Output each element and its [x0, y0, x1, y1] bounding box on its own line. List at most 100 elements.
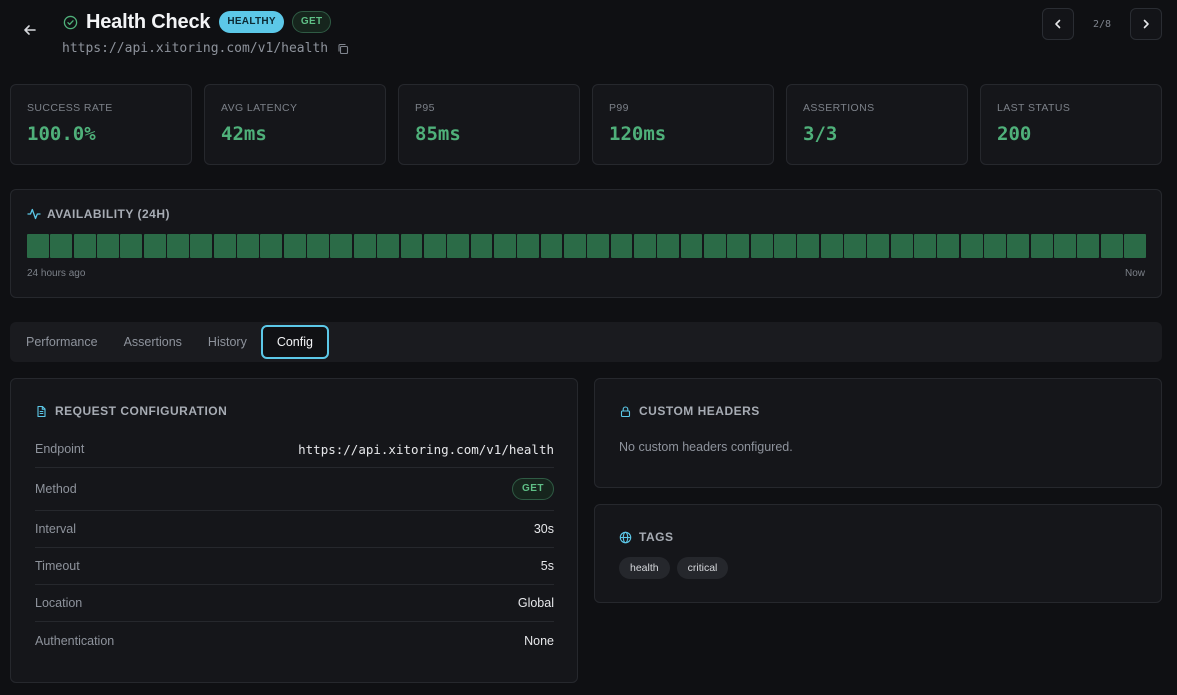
- config-key: Endpoint: [35, 442, 85, 456]
- availability-bar[interactable]: [984, 234, 1006, 258]
- availability-bar[interactable]: [330, 234, 353, 258]
- availability-bar[interactable]: [750, 234, 773, 258]
- status-badge: HEALTHY: [219, 11, 284, 33]
- tags-panel: TAGS health critical: [594, 504, 1162, 603]
- availability-bar[interactable]: [237, 234, 259, 258]
- config-list: Endpoint https://api.xitoring.com/v1/hea…: [35, 431, 554, 659]
- availability-title: AVAILABILITY (24H): [47, 207, 171, 221]
- availability-bar[interactable]: [1077, 234, 1100, 258]
- availability-bar[interactable]: [680, 234, 703, 258]
- tab-assertions[interactable]: Assertions: [112, 325, 194, 359]
- availability-bar[interactable]: [470, 234, 493, 258]
- stat-value: 3/3: [803, 123, 838, 145]
- availability-bar[interactable]: [1100, 234, 1123, 258]
- back-button[interactable]: [20, 20, 40, 40]
- tab-performance[interactable]: Performance: [14, 325, 110, 359]
- arrow-left-icon: [24, 25, 36, 35]
- availability-bar[interactable]: [517, 234, 540, 258]
- tab-config[interactable]: Config: [260, 325, 329, 359]
- method-badge: GET: [291, 11, 332, 33]
- config-row-endpoint: Endpoint https://api.xitoring.com/v1/hea…: [35, 431, 554, 468]
- availability-bar[interactable]: [960, 234, 983, 258]
- availability-bar[interactable]: [633, 234, 656, 258]
- stat-card-avg-latency: AVG LATENCY 42ms: [204, 84, 386, 165]
- availability-bar[interactable]: [797, 234, 820, 258]
- globe-icon: [619, 531, 632, 543]
- availability-bar[interactable]: [587, 234, 610, 258]
- check-circle-icon: [62, 14, 78, 30]
- stat-card-success-rate: SUCCESS RATE 100.0%: [10, 84, 192, 165]
- availability-bar[interactable]: [657, 234, 680, 258]
- availability-bar[interactable]: [120, 234, 143, 258]
- config-row-interval: Interval 30s: [35, 511, 554, 548]
- stat-value: 85ms: [415, 123, 461, 145]
- prev-button[interactable]: [1042, 8, 1074, 40]
- availability-bar[interactable]: [167, 234, 189, 258]
- config-row-location: Location Global: [35, 585, 554, 622]
- availability-bar[interactable]: [1030, 234, 1053, 258]
- tab-history[interactable]: History: [196, 325, 259, 359]
- availability-bar[interactable]: [563, 234, 586, 258]
- availability-start-label: 24 hours ago: [27, 268, 86, 279]
- availability-bar[interactable]: [610, 234, 633, 258]
- availability-bar[interactable]: [890, 234, 913, 258]
- stat-label: P99: [609, 102, 629, 114]
- stat-card-p95: P95 85ms: [398, 84, 580, 165]
- availability-bar[interactable]: [143, 234, 166, 258]
- config-key: Authentication: [35, 633, 115, 648]
- availability-bar[interactable]: [844, 234, 866, 258]
- stat-card-assertions: ASSERTIONS 3/3: [786, 84, 968, 165]
- stat-value: 42ms: [221, 123, 267, 145]
- endpoint-url: https://api.xitoring.com/v1/health: [62, 41, 329, 56]
- availability-bar[interactable]: [190, 234, 213, 258]
- availability-bar[interactable]: [1124, 234, 1146, 258]
- availability-bar[interactable]: [377, 234, 399, 258]
- availability-bars: [27, 234, 1146, 258]
- availability-bar[interactable]: [1007, 234, 1030, 258]
- availability-bar[interactable]: [1054, 234, 1076, 258]
- stat-value: 120ms: [609, 123, 667, 145]
- availability-bar[interactable]: [540, 234, 563, 258]
- tag-health[interactable]: health: [619, 557, 670, 579]
- availability-bar[interactable]: [353, 234, 376, 258]
- availability-bar[interactable]: [774, 234, 796, 258]
- availability-bar[interactable]: [423, 234, 446, 258]
- availability-bar[interactable]: [493, 234, 516, 258]
- copy-icon[interactable]: [336, 42, 350, 56]
- tag-list: health critical: [619, 557, 729, 579]
- availability-panel: AVAILABILITY (24H) 24 hours ago Now: [10, 189, 1162, 298]
- stat-value: 100.0%: [27, 123, 96, 145]
- availability-bar[interactable]: [867, 234, 890, 258]
- availability-bar[interactable]: [97, 234, 119, 258]
- stats-row: SUCCESS RATE 100.0% AVG LATENCY 42ms P95…: [10, 84, 1162, 165]
- availability-bar[interactable]: [27, 234, 49, 258]
- availability-bar[interactable]: [914, 234, 936, 258]
- availability-bar[interactable]: [703, 234, 726, 258]
- availability-bar[interactable]: [447, 234, 470, 258]
- availability-bar[interactable]: [727, 234, 750, 258]
- availability-bar[interactable]: [400, 234, 423, 258]
- availability-end-label: Now: [1124, 268, 1145, 279]
- config-row-timeout: Timeout 5s: [35, 548, 554, 585]
- chevron-right-icon: [1143, 19, 1149, 29]
- title-row: Health Check HEALTHY GET: [62, 10, 332, 34]
- tag-critical[interactable]: critical: [676, 557, 729, 579]
- stat-value: 200: [997, 123, 1032, 145]
- tags-title: TAGS: [639, 530, 674, 544]
- availability-bar[interactable]: [50, 234, 73, 258]
- request-configuration-title: REQUEST CONFIGURATION: [55, 404, 228, 418]
- config-value: 5s: [540, 559, 554, 573]
- availability-bar[interactable]: [213, 234, 236, 258]
- activity-icon: [27, 208, 41, 220]
- custom-headers-panel: CUSTOM HEADERS No custom headers configu…: [594, 378, 1162, 488]
- availability-bar[interactable]: [73, 234, 96, 258]
- next-button[interactable]: [1130, 8, 1162, 40]
- availability-bar[interactable]: [820, 234, 843, 258]
- availability-bar[interactable]: [283, 234, 306, 258]
- config-value: Global: [517, 596, 554, 610]
- document-icon: [37, 405, 46, 417]
- config-row-authentication: Authentication None: [35, 622, 554, 659]
- availability-bar[interactable]: [307, 234, 329, 258]
- availability-bar[interactable]: [260, 234, 283, 258]
- availability-bar[interactable]: [937, 234, 960, 258]
